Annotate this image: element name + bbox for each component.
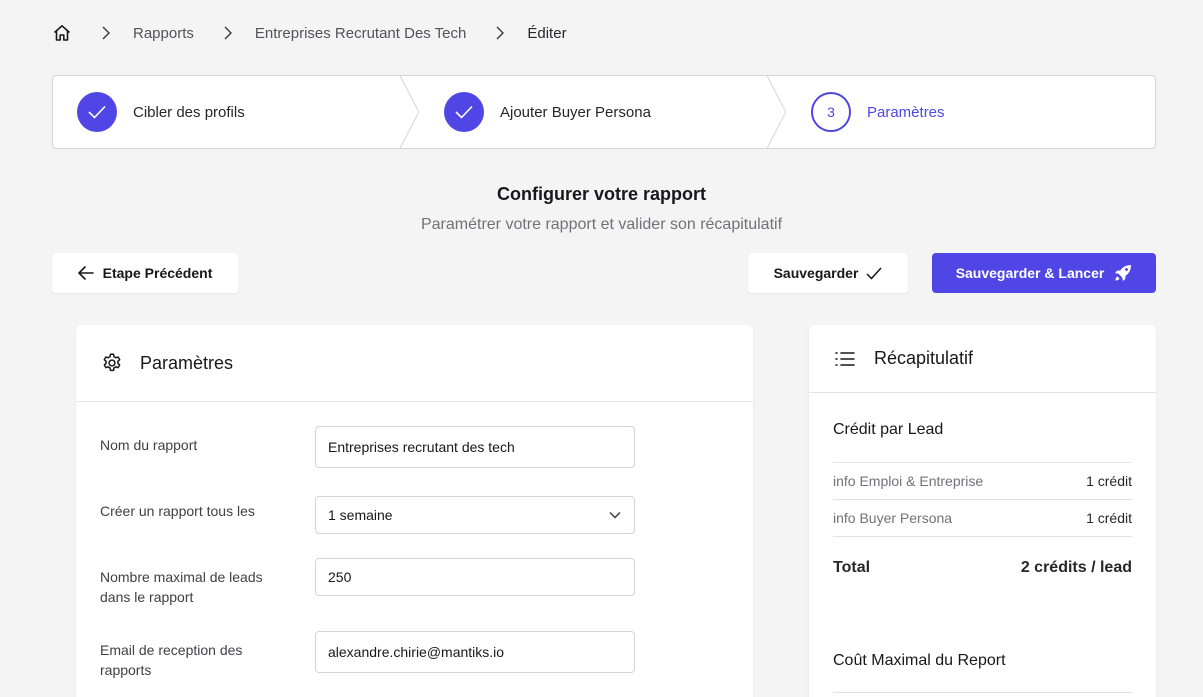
- recap-row-value: 1 crédit: [1086, 473, 1132, 489]
- recap-row-key: info Buyer Persona: [833, 510, 953, 526]
- chevron-right-icon: [102, 26, 110, 40]
- recap-total-label: Total: [833, 559, 871, 576]
- step-label: Paramètres: [867, 103, 945, 121]
- recap-card-header: Récapitulatif: [809, 325, 1156, 393]
- previous-step-label: Etape Précédent: [102, 265, 213, 281]
- breadcrumb-item-current: Éditer: [527, 24, 567, 42]
- step-number: 3: [811, 92, 851, 132]
- breadcrumb-item-report[interactable]: Entreprises Recrutant Des Tech: [255, 25, 467, 42]
- step-label: Cibler des profils: [133, 103, 245, 121]
- save-button[interactable]: Sauvegarder: [748, 253, 908, 293]
- step-divider: [399, 76, 420, 148]
- recap-total: Total 2 crédits / lead: [833, 536, 1132, 577]
- recap-divider: [833, 692, 1132, 693]
- save-and-launch-label: Sauvegarder & Lancer: [955, 265, 1105, 281]
- step-buyer-persona[interactable]: Ajouter Buyer Persona: [420, 76, 787, 148]
- chevron-right-icon: [496, 26, 505, 40]
- recap-card: Récapitulatif Crédit par Lead info Emplo…: [809, 325, 1156, 697]
- stepper: Cibler des profils Ajouter Buyer Persona…: [52, 75, 1156, 149]
- chevron-down-icon: [609, 511, 621, 519]
- save-and-launch-button[interactable]: Sauvegarder & Lancer: [932, 253, 1156, 293]
- email-label: Email de reception des rapports: [100, 642, 243, 678]
- email-input[interactable]: alexandre.chirie@mantiks.io: [315, 631, 635, 673]
- page-title: Configurer votre rapport: [496, 184, 706, 204]
- arrow-left-icon: [77, 266, 94, 280]
- frequency-label: Créer un rapport tous les: [100, 503, 255, 519]
- check-icon: [444, 92, 484, 132]
- parameters-card: Paramètres Nom du rapport Entreprises re…: [76, 325, 753, 697]
- max-leads-label: Nombre maximal de leads dans le rapport: [100, 569, 263, 605]
- max-cost-title: Coût Maximal du Report: [833, 652, 1006, 669]
- frequency-select[interactable]: 1 semaine: [315, 496, 635, 534]
- step-parametres[interactable]: 3 Paramètres: [787, 76, 1154, 148]
- recap-row: info Emploi & Entreprise 1 crédit: [833, 462, 1132, 499]
- gear-icon: [103, 353, 121, 372]
- step-divider: [766, 76, 787, 148]
- list-icon: [835, 351, 855, 366]
- parameters-title: Paramètres: [140, 352, 234, 373]
- breadcrumb-item-rapports[interactable]: Rapports: [133, 25, 194, 42]
- recap-title: Récapitulatif: [874, 348, 974, 368]
- step-label: Ajouter Buyer Persona: [500, 103, 651, 121]
- frequency-value: 1 semaine: [328, 507, 393, 523]
- rocket-icon: [1115, 265, 1132, 281]
- check-icon: [77, 92, 117, 132]
- chevron-right-icon: [224, 26, 232, 40]
- recap-row-key: info Emploi & Entreprise: [833, 473, 984, 489]
- report-name-value: Entreprises recrutant des tech: [328, 439, 515, 455]
- parameters-card-header: Paramètres: [76, 325, 753, 402]
- report-name-label: Nom du rapport: [100, 437, 198, 453]
- home-icon[interactable]: [52, 23, 72, 43]
- email-value: alexandre.chirie@mantiks.io: [328, 644, 505, 660]
- max-leads-value: 250: [328, 569, 352, 585]
- recap-row-value: 1 crédit: [1086, 510, 1132, 526]
- credit-per-lead-title: Crédit par Lead: [833, 421, 944, 438]
- save-label: Sauvegarder: [773, 265, 859, 281]
- breadcrumb: Rapports Entreprises Recrutant Des Tech …: [52, 22, 567, 44]
- recap-row: info Buyer Persona 1 crédit: [833, 499, 1132, 536]
- max-leads-input[interactable]: 250: [315, 558, 635, 596]
- check-icon: [866, 266, 882, 280]
- report-name-input[interactable]: Entreprises recrutant des tech: [315, 426, 635, 468]
- recap-total-value: 2 crédits / lead: [1020, 559, 1132, 576]
- previous-step-button[interactable]: Etape Précédent: [52, 253, 238, 293]
- page-subtitle: Paramétrer votre rapport et valider son …: [420, 216, 783, 233]
- step-cibler-profils[interactable]: Cibler des profils: [53, 76, 420, 148]
